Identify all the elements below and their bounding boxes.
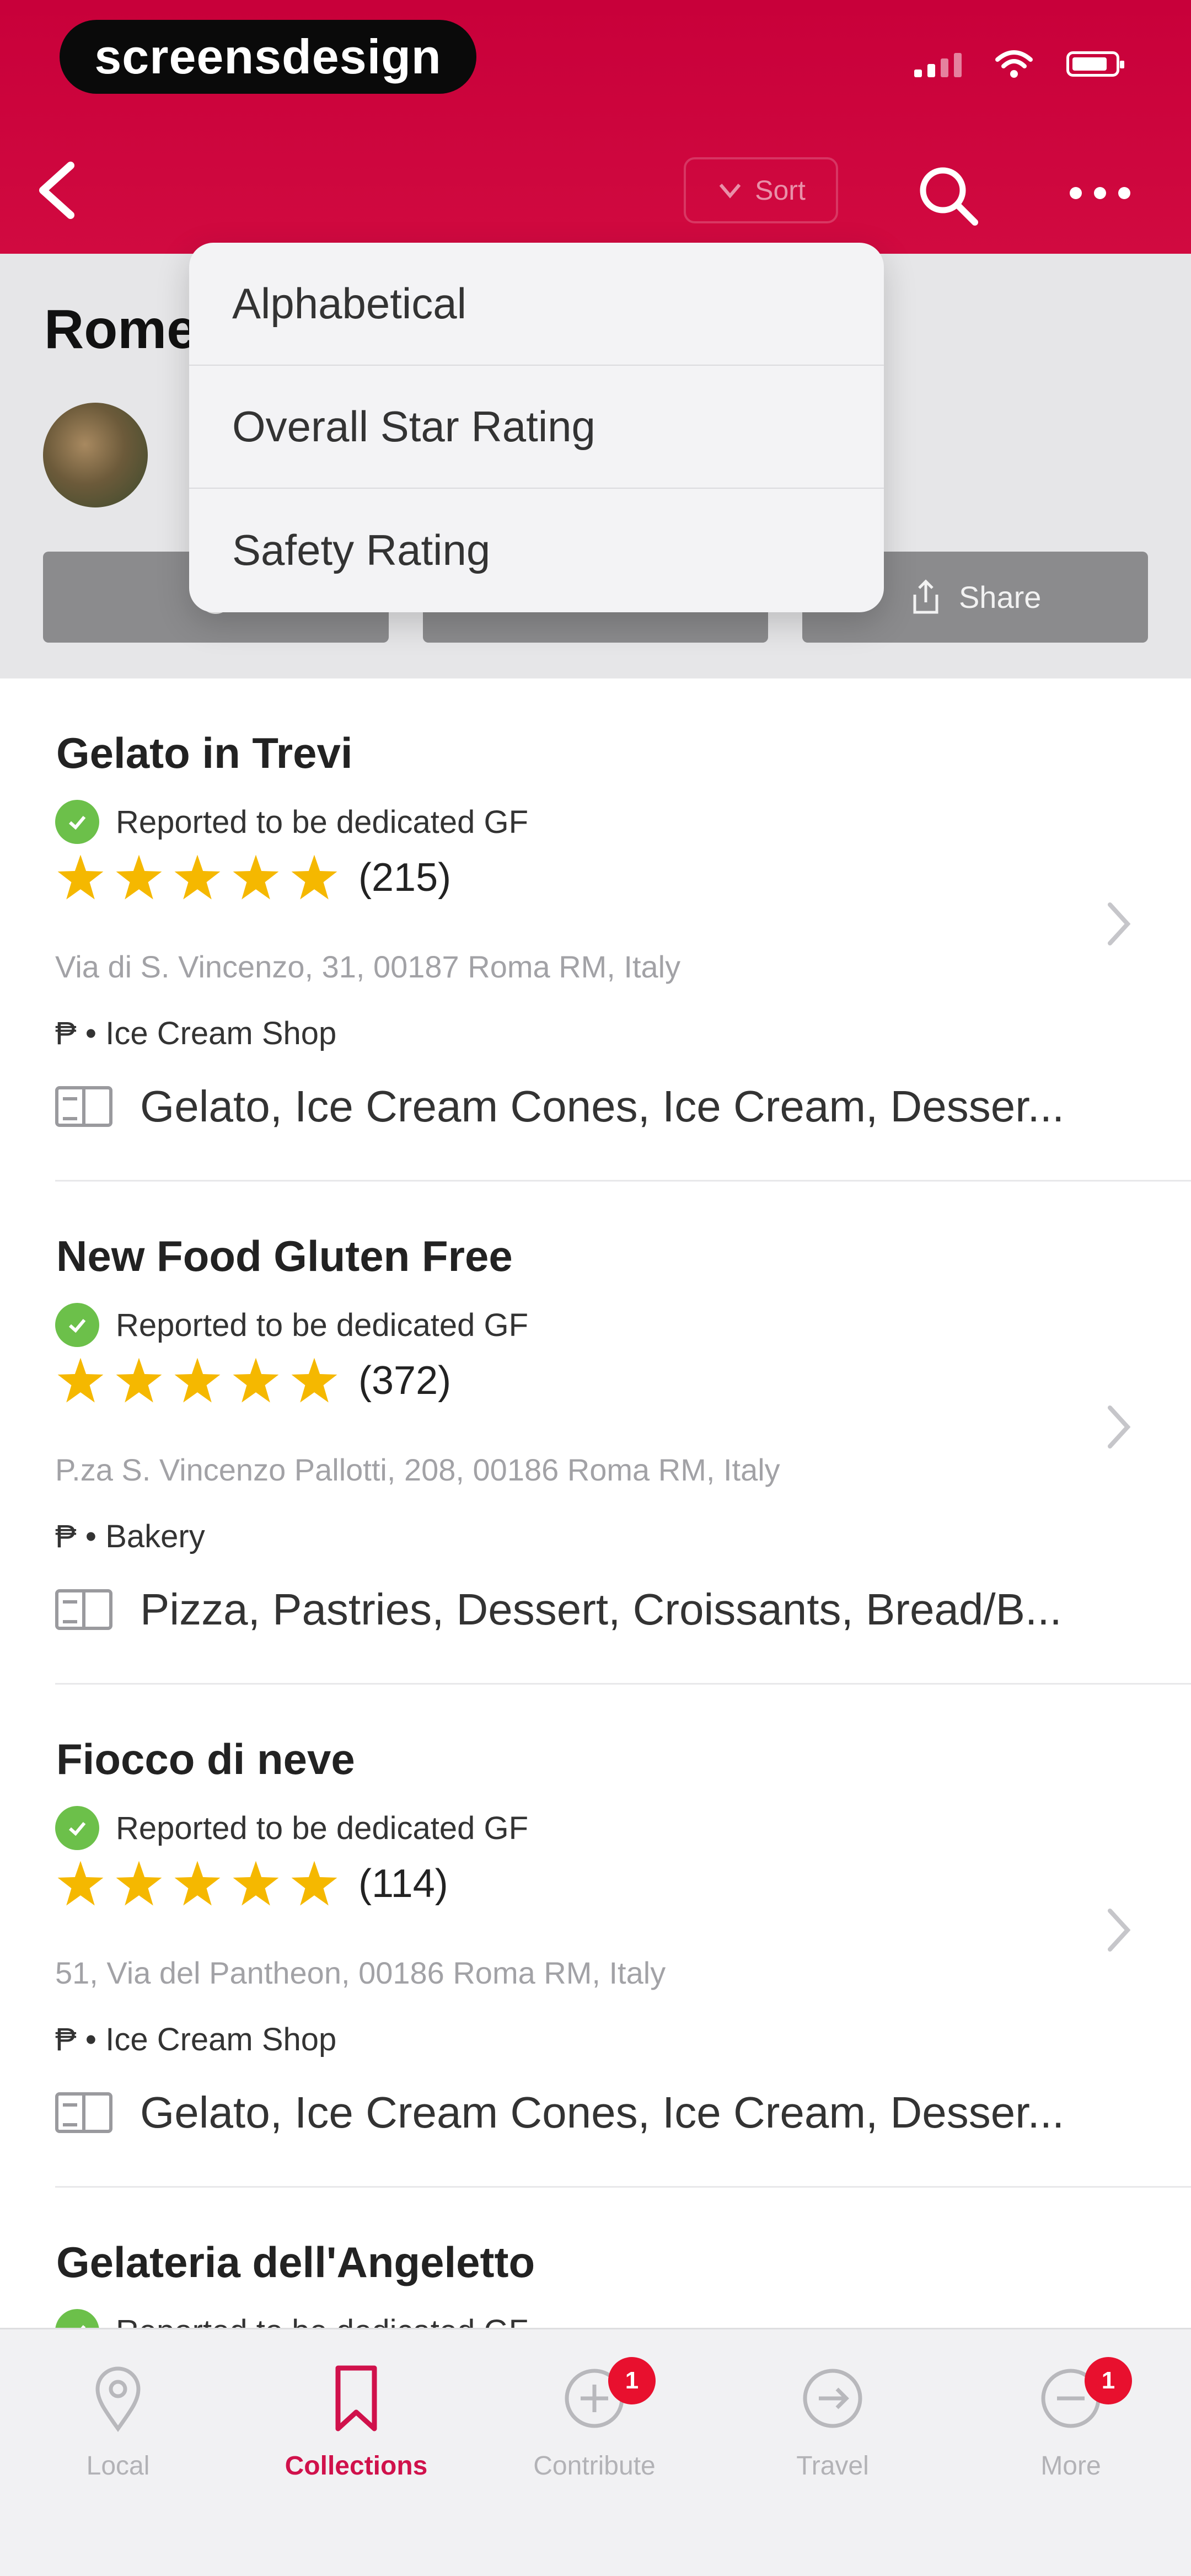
tab-travel[interactable]: Travel	[733, 2363, 932, 2481]
notification-badge: 1	[608, 2357, 656, 2404]
sort-option-alphabetical[interactable]: Alphabetical	[189, 243, 884, 366]
review-count: (372)	[358, 1359, 452, 1403]
avatar[interactable]	[43, 403, 148, 507]
tab-more[interactable]: 1 More	[972, 2357, 1170, 2481]
location-pin-icon	[95, 2366, 141, 2433]
list-item[interactable]: Gelateria dell'Angeletto Reported to be …	[55, 2188, 1191, 2328]
status-bar-icons	[914, 50, 1124, 78]
place-type: ₱ • Ice Cream Shop	[55, 2022, 337, 2057]
gf-status: Reported to be dedicated GF	[55, 800, 528, 844]
battery-icon	[1066, 51, 1124, 77]
place-address: Via di S. Vincenzo, 31, 00187 Roma RM, I…	[55, 949, 681, 984]
menu-items: Gelato, Ice Cream Cones, Ice Cream, Dess…	[55, 2087, 1064, 2138]
star-icon	[291, 854, 337, 900]
star-icon	[174, 1358, 221, 1403]
star-icon	[57, 854, 104, 900]
menu-book-icon	[55, 1589, 112, 1630]
signal-icon	[914, 51, 962, 77]
more-icon[interactable]	[1064, 177, 1136, 210]
list-item[interactable]: Fiocco di neve Reported to be dedicated …	[55, 1685, 1191, 2188]
star-rating: (372)	[55, 1355, 451, 1406]
tab-label: Collections	[285, 2451, 428, 2481]
menu-items: Pizza, Pastries, Dessert, Croissants, Br…	[55, 1584, 1062, 1635]
chevron-right-icon	[1108, 1405, 1131, 1449]
sort-option-overall-star-rating[interactable]: Overall Star Rating	[189, 366, 884, 489]
place-type: ₱ • Bakery	[55, 1519, 205, 1554]
menu-items: Gelato, Ice Cream Cones, Ice Cream, Dess…	[55, 1081, 1064, 1132]
wifi-icon	[995, 50, 1033, 78]
star-icon	[57, 1861, 104, 1906]
star-icon	[116, 1861, 162, 1906]
menu-book-icon	[55, 2092, 112, 2133]
share-icon	[913, 579, 938, 613]
sort-button[interactable]: Sort	[684, 157, 838, 223]
menu-text: Pizza, Pastries, Dessert, Croissants, Br…	[140, 1585, 1062, 1634]
menu-text: Gelato, Ice Cream Cones, Ice Cream, Dess…	[140, 2088, 1065, 2137]
sort-option-safety-rating[interactable]: Safety Rating	[189, 489, 884, 612]
share-label: Share	[958, 580, 1042, 614]
chevron-right-icon	[1108, 902, 1131, 945]
star-icon	[291, 1358, 337, 1403]
gf-status-text: Reported to be dedicated GF	[116, 2313, 528, 2328]
menu-text: Gelato, Ice Cream Cones, Ice Cream, Dess…	[140, 1082, 1065, 1131]
gf-status: Reported to be dedicated GF	[55, 1303, 528, 1347]
gf-status: Reported to be dedicated GF	[55, 2309, 528, 2328]
tab-label: Local	[86, 2451, 150, 2481]
travel-icon	[803, 2369, 862, 2428]
check-icon	[55, 800, 99, 844]
star-icon	[291, 1861, 337, 1906]
place-address: P.za S. Vincenzo Pallotti, 208, 00186 Ro…	[55, 1452, 780, 1487]
star-icon	[174, 1861, 221, 1906]
search-icon[interactable]	[915, 163, 981, 229]
collection-title: Rome	[44, 298, 197, 360]
review-count: (215)	[358, 856, 452, 900]
place-name: Gelato in Trevi	[56, 729, 353, 777]
tab-collections[interactable]: Collections	[257, 2363, 455, 2481]
notification-badge: 1	[1085, 2357, 1132, 2404]
tab-label: Travel	[796, 2451, 869, 2481]
check-icon	[55, 2309, 99, 2328]
list-item[interactable]: Gelato in Trevi Reported to be dedicated…	[55, 678, 1191, 1182]
star-icon	[57, 1358, 104, 1403]
app-header: screensdesign Sort	[0, 0, 1191, 254]
back-icon[interactable]	[32, 160, 82, 221]
tab-local[interactable]: Local	[19, 2363, 217, 2481]
place-address: 51, Via del Pantheon, 00186 Roma RM, Ita…	[55, 1955, 666, 1990]
sort-label: Sort	[755, 175, 806, 206]
gf-status-text: Reported to be dedicated GF	[116, 804, 529, 840]
brand-badge: screensdesign	[60, 20, 476, 94]
star-icon	[233, 1358, 279, 1403]
place-name: New Food Gluten Free	[56, 1232, 513, 1280]
sort-icon	[719, 184, 741, 199]
check-icon	[55, 1303, 99, 1347]
place-type: ₱ • Ice Cream Shop	[55, 1016, 337, 1051]
star-icon	[116, 1358, 162, 1403]
list-item[interactable]: New Food Gluten Free Reported to be dedi…	[55, 1182, 1191, 1685]
gf-status-text: Reported to be dedicated GF	[116, 1810, 529, 1846]
chevron-right-icon	[1108, 1909, 1131, 1952]
place-name: Fiocco di neve	[56, 1735, 355, 1783]
star-icon	[116, 854, 162, 900]
review-count: (114)	[358, 1862, 448, 1906]
tab-bar: Local Collections 1 Contribute Travel 1 …	[0, 2328, 1191, 2576]
place-name: Gelateria dell'Angeletto	[56, 2238, 535, 2286]
star-icon	[233, 854, 279, 900]
star-rating: (215)	[55, 852, 451, 903]
menu-book-icon	[55, 1086, 112, 1127]
sort-dropdown: Alphabetical Overall Star Rating Safety …	[189, 243, 884, 612]
tab-label: More	[1040, 2451, 1101, 2481]
tab-label: Contribute	[533, 2451, 656, 2481]
places-list: Gelato in Trevi Reported to be dedicated…	[0, 678, 1191, 2328]
gf-status: Reported to be dedicated GF	[55, 1806, 528, 1850]
star-rating: (114)	[55, 1858, 448, 1909]
tab-contribute[interactable]: 1 Contribute	[495, 2357, 694, 2481]
gf-status-text: Reported to be dedicated GF	[116, 1307, 529, 1343]
bookmark-icon	[335, 2365, 377, 2431]
star-icon	[233, 1861, 279, 1906]
check-icon	[55, 1806, 99, 1850]
star-icon	[174, 854, 221, 900]
